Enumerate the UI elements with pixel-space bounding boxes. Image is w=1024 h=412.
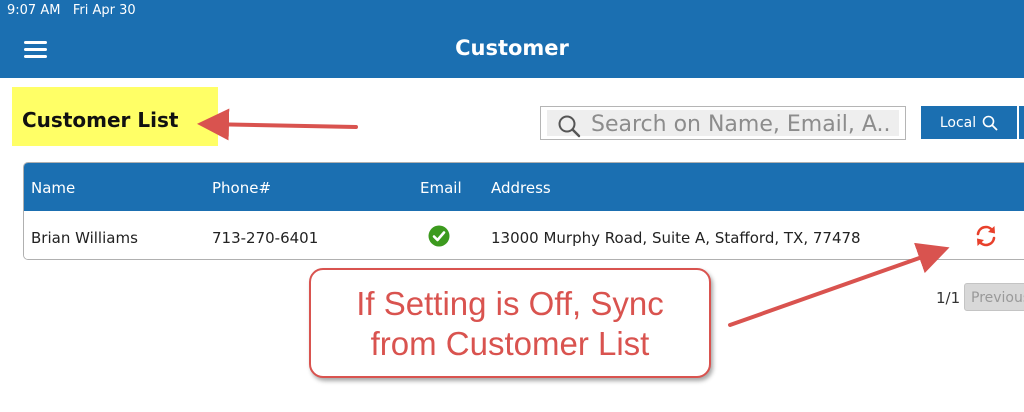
callout-line-1: If Setting is Off, Sync bbox=[356, 285, 664, 322]
column-header-phone[interactable]: Phone# bbox=[212, 179, 271, 197]
local-search-button[interactable]: Local bbox=[921, 106, 1017, 139]
pagination-count: 1/1 bbox=[936, 289, 961, 307]
search-icon bbox=[982, 115, 998, 130]
search-icon bbox=[558, 115, 581, 138]
column-header-address[interactable]: Address bbox=[491, 179, 551, 197]
local-search-button-label: Local bbox=[939, 114, 977, 131]
callout-line-2: from Customer List bbox=[370, 325, 650, 362]
customer-phone: 713-270-6401 bbox=[212, 229, 319, 247]
search-field[interactable] bbox=[540, 106, 906, 140]
next-toolbar-button[interactable] bbox=[1019, 106, 1024, 139]
customer-name: Brian Williams bbox=[31, 229, 138, 247]
table-header: Name Phone# Email Address bbox=[24, 163, 1024, 211]
table-row[interactable]: Brian Williams 713-270-6401 13000 Murphy… bbox=[24, 211, 1024, 259]
column-header-name[interactable]: Name bbox=[31, 179, 75, 197]
annotation-callout: If Setting is Off, Sync from Customer Li… bbox=[309, 268, 711, 378]
customer-list-title: Customer List bbox=[22, 108, 179, 132]
page-title: Customer bbox=[455, 36, 569, 60]
sync-icon[interactable] bbox=[973, 223, 999, 249]
arrow-to-sync-icon bbox=[728, 242, 950, 327]
customer-address: 13000 Murphy Road, Suite A, Stafford, TX… bbox=[491, 229, 861, 247]
status-bar-time: 9:07 AM Fri Apr 30 bbox=[7, 3, 136, 18]
customer-table: Name Phone# Email Address Brian Williams… bbox=[23, 162, 1024, 260]
arrow-to-list-title bbox=[197, 108, 358, 141]
search-input[interactable] bbox=[589, 110, 893, 138]
check-circle-icon bbox=[428, 225, 450, 247]
column-header-email[interactable]: Email bbox=[420, 179, 462, 197]
app-header: 9:07 AM Fri Apr 30 Customer bbox=[0, 0, 1024, 78]
previous-page-button[interactable]: Previous bbox=[964, 283, 1024, 311]
